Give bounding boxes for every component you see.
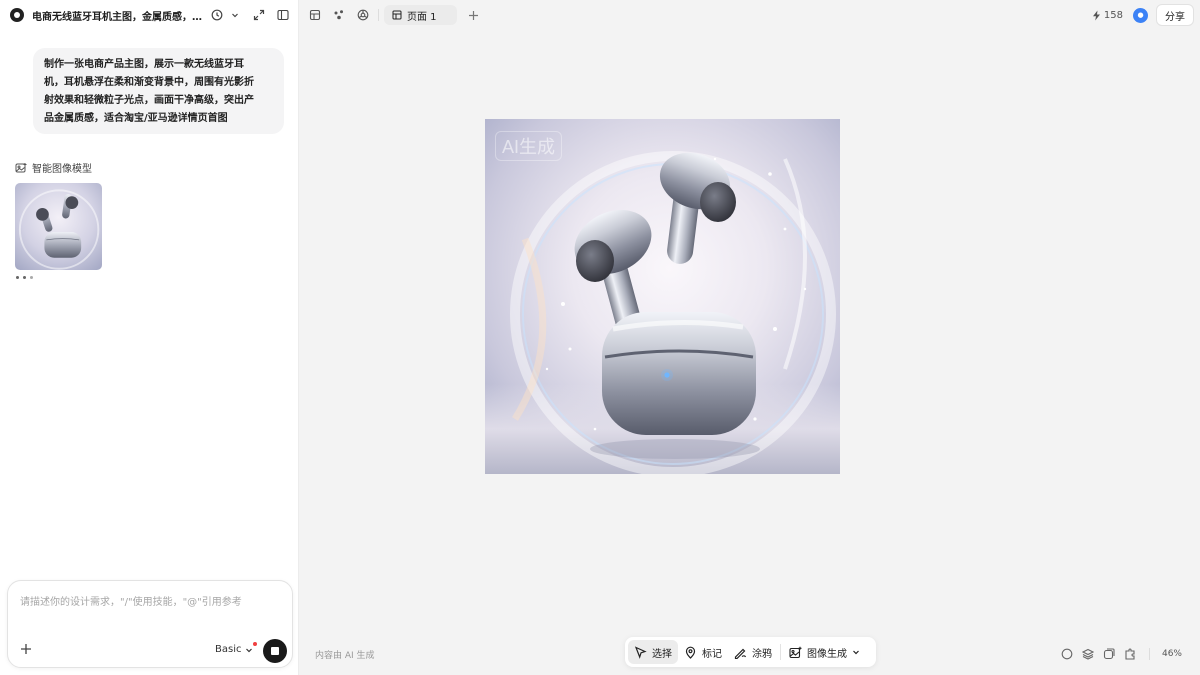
cursor-icon: [634, 645, 647, 659]
ai-watermark: AI生成: [495, 131, 563, 161]
mark-label: 标记: [702, 648, 722, 660]
expand-icon[interactable]: [250, 6, 268, 24]
browser-icon[interactable]: [351, 3, 375, 27]
toolbar-divider: [378, 9, 379, 21]
asset-library-icon[interactable]: [1099, 645, 1120, 663]
app-logo[interactable]: [10, 8, 24, 22]
tab-page-1[interactable]: 页面 1: [384, 5, 457, 25]
scribble-icon: [734, 648, 747, 659]
draw-tool[interactable]: 涂鸦: [728, 640, 778, 664]
stop-generation-button[interactable]: [263, 639, 287, 663]
plus-icon: [468, 10, 478, 20]
ai-content-note: 内容由 AI 生成: [315, 651, 375, 661]
canvas-controls: 46%: [1057, 645, 1182, 663]
zoom-level[interactable]: 46%: [1162, 649, 1182, 659]
image-sparkle-icon: [789, 646, 802, 658]
credits-value: 158: [1103, 9, 1123, 21]
lightning-icon: [1092, 10, 1100, 20]
chevron-down-icon: [853, 650, 859, 655]
project-title[interactable]: 电商无线蓝牙耳机主图，金属质感，高级感: [32, 8, 208, 23]
image-generation-tool[interactable]: 图像生成: [783, 640, 866, 664]
mode-label: Basic: [215, 644, 242, 655]
add-attachment-icon[interactable]: [18, 641, 34, 657]
message-line: 制作一张电商产品主图，展示一款无线蓝牙耳: [44, 59, 244, 70]
notification-dot: [253, 642, 257, 646]
location-pin-icon: [685, 646, 696, 659]
message-line: 品金属质感，适合淘宝/亚马逊详情页首图: [44, 113, 228, 124]
credits-counter[interactable]: 158: [1091, 10, 1123, 21]
image-gen-label: 图像生成: [807, 648, 847, 660]
user-message: 制作一张电商产品主图，展示一款无线蓝牙耳 机，耳机悬浮在柔和渐变背景中，周围有光…: [33, 48, 284, 134]
toolbar-divider: [1148, 648, 1150, 660]
chat-header: 电商无线蓝牙耳机主图，金属质感，高级感: [0, 0, 299, 30]
top-bar: 页面 1 158 ● 分享: [300, 0, 1200, 30]
draw-label: 涂鸦: [752, 648, 772, 660]
toolbar-divider: [780, 644, 781, 660]
topbar-right: 158 ● 分享: [1091, 4, 1194, 26]
canvas-toolbar: 选择 标记 涂鸦 图像生成: [625, 637, 876, 667]
prompt-placeholder: 请描述你的设计需求，"/"使用技能，"@"引用参考: [20, 597, 242, 608]
prompt-input-box[interactable]: 请描述你的设计需求，"/"使用技能，"@"引用参考 Basic: [7, 580, 293, 668]
chevron-down-icon[interactable]: [226, 6, 244, 24]
select-label: 选择: [652, 648, 672, 660]
layers-stack-icon[interactable]: [1078, 645, 1099, 663]
chat-panel: 电商无线蓝牙耳机主图，金属质感，高级感 制作一张电商产品主图，展示一款无线蓝牙耳…: [0, 0, 299, 675]
plugin-icon[interactable]: [1120, 645, 1141, 663]
mark-tool[interactable]: 标记: [678, 640, 728, 664]
add-page-button[interactable]: [461, 3, 485, 27]
generated-image-thumbnail[interactable]: [15, 183, 102, 270]
loading-dots: [16, 276, 33, 279]
stop-icon: [271, 647, 279, 655]
history-icon[interactable]: [208, 6, 226, 24]
components-icon[interactable]: [327, 3, 351, 27]
share-button[interactable]: 分享: [1156, 4, 1194, 26]
message-line: 射效果和轻微粒子光点，画面干净高级，突出产: [44, 95, 254, 106]
model-name: 智能图像模型: [32, 164, 92, 175]
mode-select[interactable]: Basic: [215, 644, 253, 655]
select-tool[interactable]: 选择: [628, 640, 678, 664]
image-model-icon: [15, 162, 27, 172]
sidebar-toggle-icon[interactable]: [274, 6, 292, 24]
tab-label: 页面 1: [407, 11, 437, 23]
circle-shape-icon[interactable]: [1057, 645, 1078, 663]
user-avatar[interactable]: ●: [1133, 7, 1148, 23]
message-line: 机，耳机悬浮在柔和渐变背景中，周围有光影折: [44, 77, 254, 88]
layers-icon[interactable]: [303, 3, 327, 27]
page-icon: [392, 10, 402, 20]
generated-product-image[interactable]: AI生成: [485, 119, 840, 477]
model-label: 智能图像模型: [15, 160, 92, 175]
chevron-down-icon: [246, 648, 253, 652]
